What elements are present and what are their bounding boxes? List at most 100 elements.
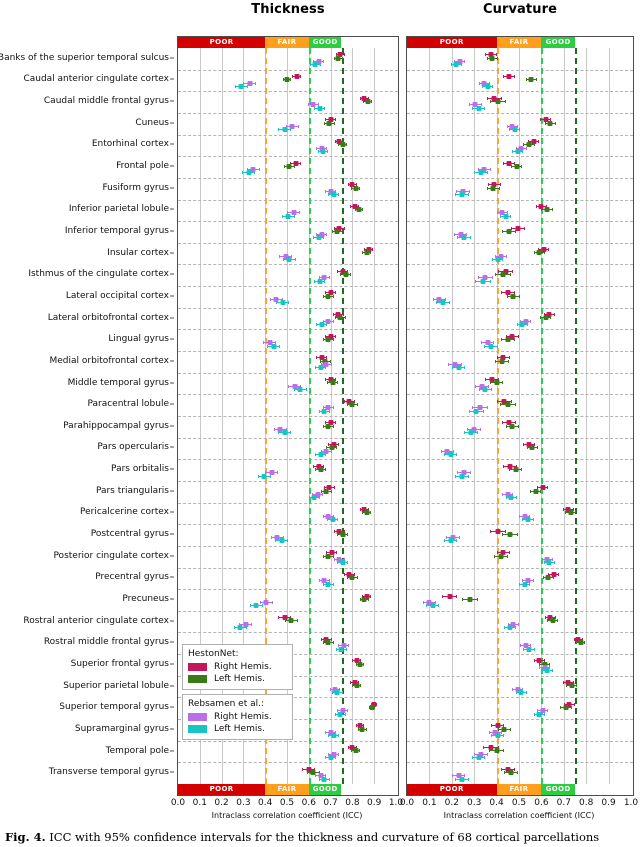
ci-cap-left — [499, 402, 501, 406]
ci-cap-right — [325, 467, 327, 471]
ci-marker — [242, 170, 256, 176]
ci-cap-left — [443, 452, 445, 456]
ci-marker — [484, 343, 498, 349]
ci-marker — [322, 293, 334, 299]
y-axis-label-1: Caudal anterior cingulate cortex — [23, 74, 169, 85]
ci-cap-right — [333, 486, 335, 490]
point-estimate — [507, 531, 513, 537]
y-axis-label-11: Lateral occipital cortex — [65, 290, 169, 301]
point-estimate — [467, 596, 473, 602]
y-axis-tick — [170, 533, 174, 535]
ci-cap-left — [306, 770, 308, 774]
ci-cap-left — [464, 431, 466, 435]
icc-category-bar-top: POOR FAIR GOOD EXCELLENT — [407, 37, 633, 48]
ci-cap-left — [363, 99, 365, 103]
ci-cap-right — [335, 118, 337, 122]
legend-item-heston_left[interactable]: Left Hemis. — [188, 673, 287, 684]
chart-legend: HestonNet: Right Hemis. Left Hemis. Rebsame… — [182, 644, 293, 744]
ci-cap-right — [360, 684, 362, 688]
icc-category-poor: POOR — [178, 37, 266, 48]
ci-cap-left — [483, 746, 485, 750]
point-estimate — [325, 581, 331, 587]
ci-cap-left — [448, 362, 450, 366]
ci-cap-left — [515, 690, 517, 694]
point-estimate — [526, 646, 532, 652]
ci-marker — [337, 560, 349, 566]
ci-cap-right — [464, 366, 466, 370]
ci-cap-left — [278, 128, 280, 132]
ci-marker — [506, 293, 521, 299]
ci-cap-left — [461, 597, 463, 601]
ci-cap-right — [262, 604, 264, 608]
point-estimate — [525, 516, 531, 522]
ci-cap-left — [454, 233, 456, 237]
y-axis-label-29: Superior parietal lobule — [63, 680, 169, 691]
ci-cap-left — [502, 229, 504, 233]
horizontal-gridline — [407, 264, 633, 266]
ci-marker — [293, 386, 307, 392]
point-estimate — [476, 105, 482, 111]
ci-cap-left — [505, 424, 507, 428]
point-estimate — [448, 538, 454, 544]
point-estimate — [349, 401, 355, 407]
ci-cap-right — [510, 214, 512, 218]
legend-group-title: HestonNet: — [188, 649, 239, 660]
icc-category-good: GOOD — [541, 784, 575, 795]
point-estimate — [263, 600, 269, 606]
ci-cap-left — [357, 727, 359, 731]
legend-item-heston_right[interactable]: Right Hemis. — [188, 661, 287, 672]
horizontal-gridline — [178, 69, 398, 71]
x-tick-label: 0.6 — [534, 798, 549, 808]
legend-label: Left Hemis. — [214, 673, 265, 684]
y-axis-label-21: Pericalcerine cortex — [80, 507, 169, 518]
ci-cap-right — [502, 258, 504, 262]
ci-cap-right — [324, 106, 326, 110]
ci-cap-left — [541, 557, 543, 561]
ci-cap-left — [307, 103, 309, 107]
ci-cap-right — [548, 248, 550, 252]
point-estimate — [550, 618, 556, 624]
y-axis-label-7: Inferior parietal lobule — [68, 204, 169, 215]
ci-cap-left — [278, 431, 280, 435]
y-axis-tick — [170, 317, 174, 319]
ci-marker — [505, 495, 517, 501]
ci-cap-left — [360, 597, 362, 601]
ci-cap-left — [288, 384, 290, 388]
ci-cap-left — [263, 341, 265, 345]
ci-cap-left — [502, 421, 504, 425]
point-estimate — [326, 120, 332, 126]
y-axis-tick — [170, 468, 174, 470]
horizontal-gridline — [407, 134, 633, 136]
legend-item-rebsamen_right[interactable]: Right Hemis. — [188, 711, 287, 722]
legend-item-rebsamen_left[interactable]: Left Hemis. — [188, 723, 287, 734]
ci-cap-right — [338, 193, 340, 197]
point-estimate — [321, 408, 327, 414]
point-estimate — [488, 343, 494, 349]
ci-cap-left — [338, 143, 340, 147]
horizontal-gridline — [178, 221, 398, 223]
ci-cap-left — [318, 409, 320, 413]
legend-swatch-rebsamen_right — [188, 712, 207, 721]
ci-marker — [327, 516, 339, 522]
icc-category-excellent: EXCELLENT — [579, 785, 627, 793]
point-estimate — [282, 127, 288, 133]
point-estimate — [288, 618, 294, 624]
x-tick-label: 0.8 — [579, 798, 594, 808]
ci-cap-left — [495, 273, 497, 277]
horizontal-gridline — [178, 329, 398, 331]
ci-cap-left — [333, 529, 335, 533]
icc-category-fair: FAIR — [496, 784, 542, 795]
point-estimate — [246, 170, 252, 176]
ci-cap-right — [506, 554, 508, 558]
ci-cap-right — [515, 496, 517, 500]
icc-category-excellent: EXCELLENT — [344, 38, 393, 46]
x-tick-label: 0.2 — [444, 798, 459, 808]
ci-marker — [455, 776, 469, 782]
ci-cap-left — [352, 684, 354, 688]
ci-cap-right — [547, 709, 549, 713]
ci-cap-right — [500, 183, 502, 187]
y-axis-label-4: Entorhinal cortex — [91, 139, 169, 150]
horizontal-gridline — [407, 69, 633, 71]
ci-cap-right — [330, 449, 332, 453]
ci-cap-right — [468, 189, 470, 193]
